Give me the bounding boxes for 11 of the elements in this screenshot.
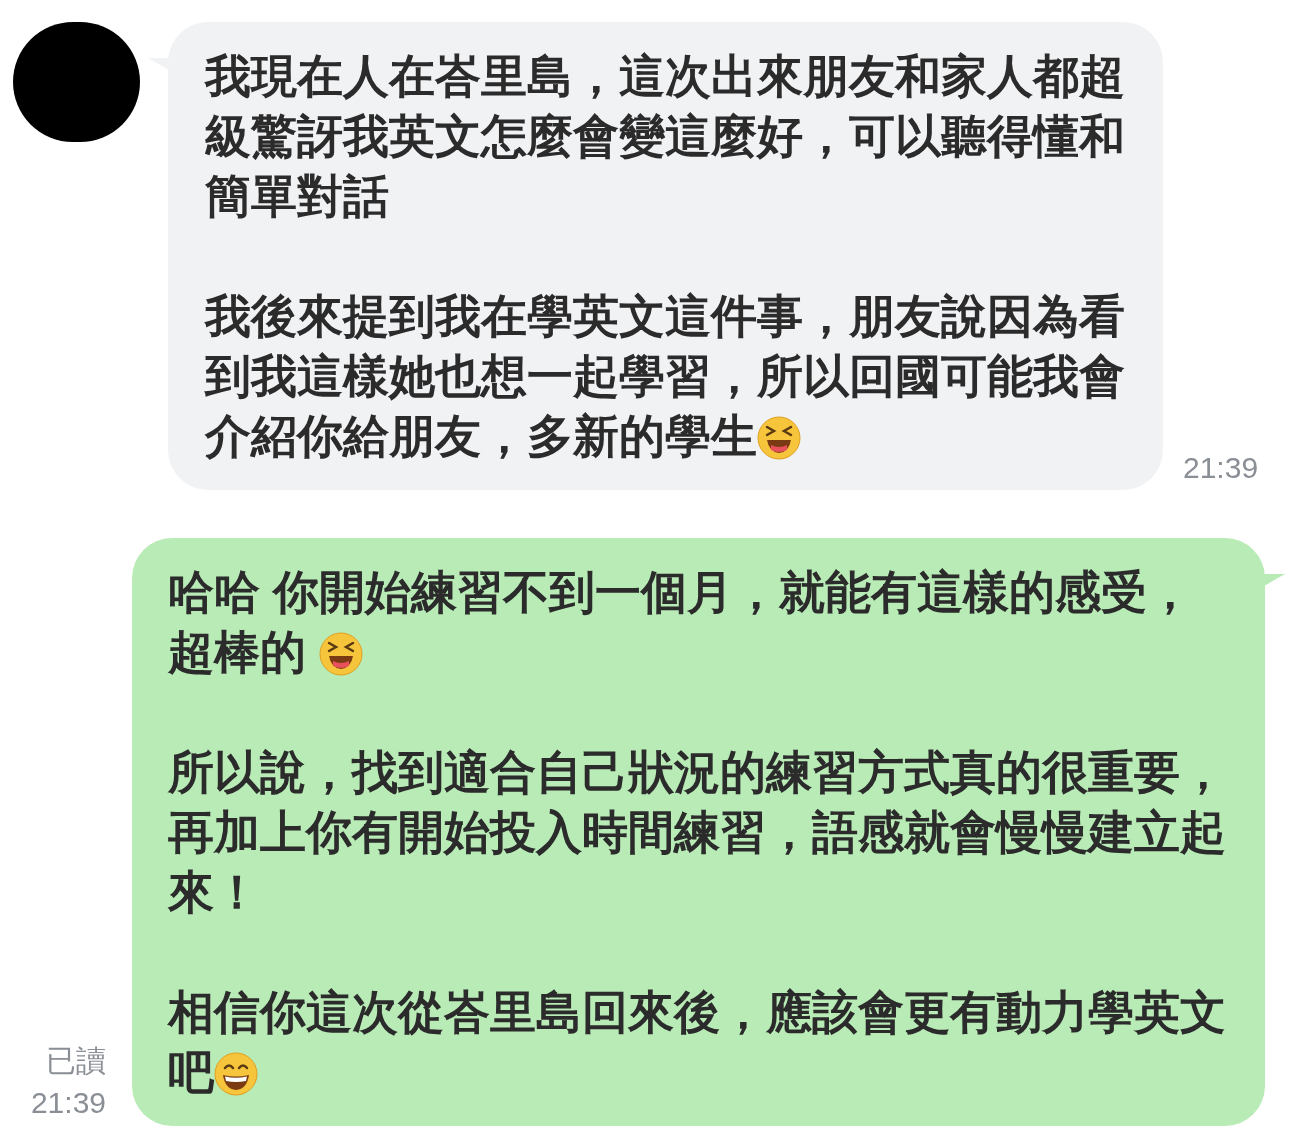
emoji-icon xyxy=(757,416,801,460)
message-time: 21:39 xyxy=(30,1085,106,1121)
message-text: 我現在人在峇里島，這次出來朋友和家人都超級驚訝我英文怎麼會變這麼好，可以聽得懂和簡單對話 xyxy=(205,49,1126,224)
message-time: 21:39 xyxy=(1183,450,1259,486)
emoji-icon xyxy=(318,632,363,676)
message-text: 相信你這次從峇里島回來後，應該會更有動力學英文吧 xyxy=(168,985,1227,1100)
message-text: 所以說，找到適合自己狀況的練習方式真的很重要，再加上你有開始投入時間練習，語感就會慢慢建立起來！ xyxy=(168,745,1227,920)
read-receipt: 已讀 xyxy=(46,1043,106,1079)
emoji-icon xyxy=(214,1052,258,1096)
message-text: 哈哈 你開始練習不到一個月，就能有這樣的感受，超棒的 xyxy=(168,565,1194,680)
message-text: 我後來提到我在學英文這件事，朋友說因為看到我這樣她也想一起學習，所以回國可能我會介紹你給朋友，多新的學生 xyxy=(205,289,1126,464)
